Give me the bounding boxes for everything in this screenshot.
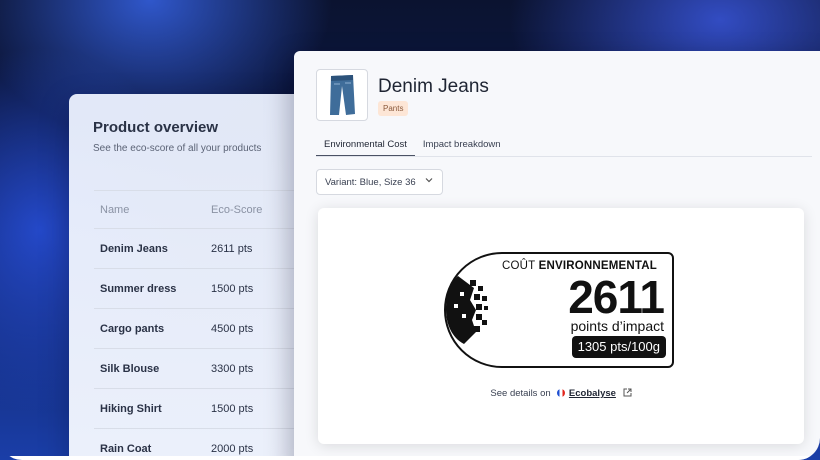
product-name-cell: Cargo pants [100,322,165,335]
product-title: Denim Jeans [378,76,489,97]
app-frame: Product overview See the eco-score of al… [0,0,820,460]
table-row[interactable]: Hiking Shirt 1500 pts [94,388,309,428]
eco-label-logo-icon [446,276,488,344]
table-row[interactable]: Cargo pants 4500 pts [94,308,309,348]
french-flag-icon [557,389,566,397]
ecobalyse-link[interactable]: Ecobalyse [569,388,616,399]
table-row[interactable]: Summer dress 1500 pts [94,268,309,308]
eco-label-value: 2611 [568,271,665,323]
column-header-name: Name [100,203,130,216]
variant-select[interactable]: Variant: Blue, Size 36 [316,169,443,195]
table-row[interactable]: Denim Jeans 2611 pts [94,228,309,268]
jeans-icon [330,75,355,115]
bottom-edge [0,456,820,460]
tab-impact-breakdown[interactable]: Impact breakdown [415,137,509,157]
product-table: Name Eco-Score Denim Jeans 2611 pts Summ… [94,190,309,460]
overview-subtitle: See the eco-score of all your products [93,143,262,154]
environmental-cost-card: COÛT ENVIRONNEMENTAL 2611 points d’impac… [318,208,804,444]
details-line: See details on Ecobalyse [318,388,804,399]
product-overview-panel: Product overview See the eco-score of al… [69,94,309,460]
jeans-image [316,69,368,121]
variant-select-value: Variant: Blue, Size 36 [325,176,416,188]
product-name-cell: Rain Coat [100,442,152,455]
product-name-cell: Summer dress [100,282,177,295]
table-row[interactable]: Silk Blouse 3300 pts [94,348,309,388]
chevron-down-icon [425,176,433,186]
eco-label: COÛT ENVIRONNEMENTAL 2611 points d’impac… [444,252,674,368]
table-header: Name Eco-Score [94,190,309,228]
overview-title: Product overview [93,119,219,136]
product-detail-panel: Denim Jeans Pants Environmental Cost Imp… [294,51,820,460]
tabs-divider [316,156,812,157]
category-badge: Pants [378,101,409,116]
tab-bar: Environmental Cost Impact breakdown [316,137,509,157]
external-link-icon[interactable] [623,388,632,399]
details-prefix: See details on [490,388,551,399]
eco-label-title-prefix: COÛT [502,260,536,272]
eco-label-unit: points d’impact [570,318,664,334]
tab-environmental-cost[interactable]: Environmental Cost [316,137,415,157]
product-name-cell: Silk Blouse [100,362,160,375]
product-name-cell: Hiking Shirt [100,402,162,415]
eco-label-per-weight: 1305 pts/100g [571,336,666,358]
product-name-cell: Denim Jeans [100,242,168,255]
